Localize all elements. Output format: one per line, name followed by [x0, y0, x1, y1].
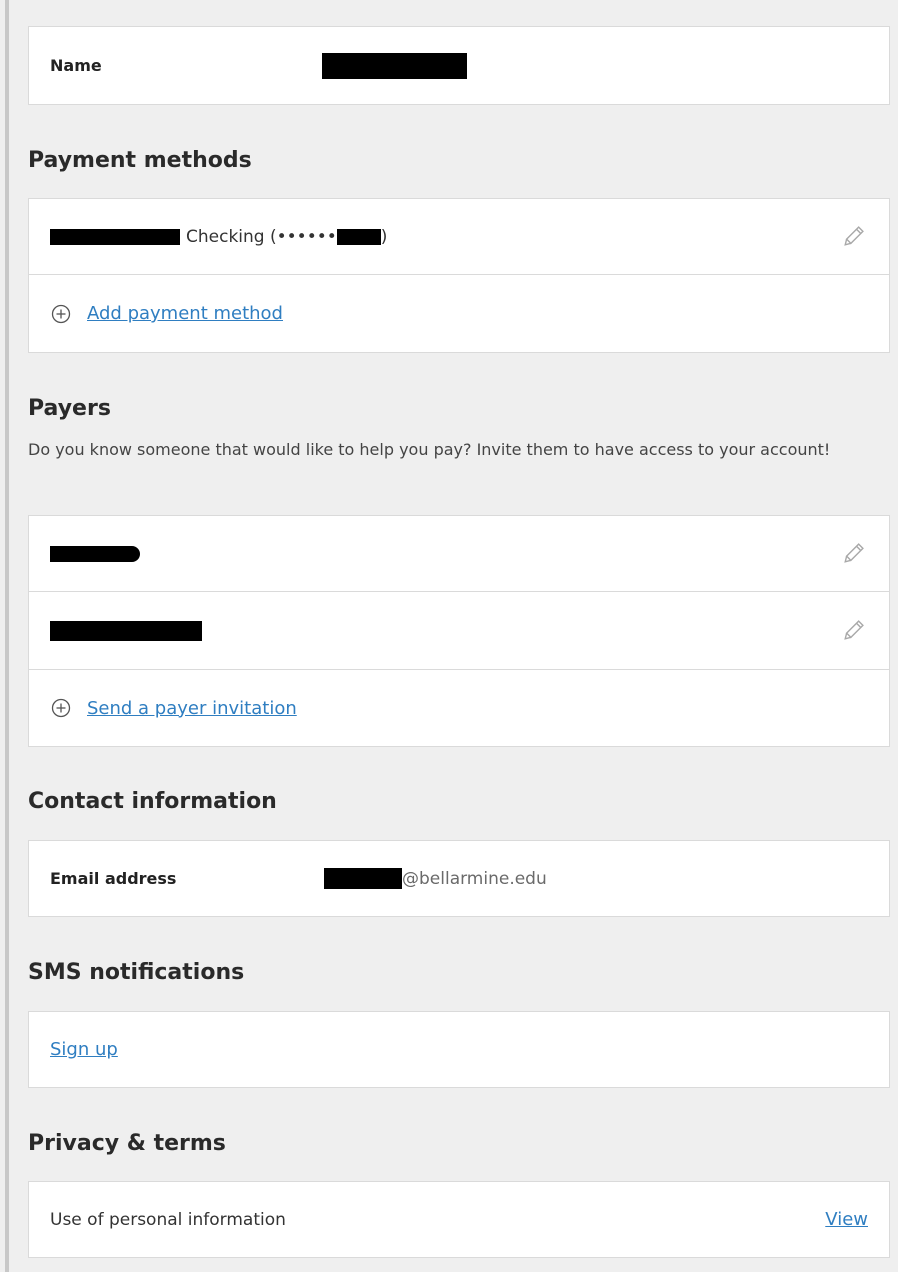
email-label: Email address	[50, 869, 177, 888]
pencil-icon[interactable]	[839, 223, 867, 251]
payer-name-redacted	[50, 620, 202, 641]
payers-card: Send a payer invitation	[28, 515, 890, 747]
name-value-redacted	[322, 53, 467, 79]
add-circle-icon[interactable]	[51, 698, 71, 718]
contact-card: Email address @bellarmine.edu	[28, 840, 890, 917]
name-row: Name	[29, 27, 889, 104]
view-privacy-link[interactable]: View	[825, 1209, 868, 1230]
payment-methods-card: Checking (•••••• ) Add payment method	[28, 198, 890, 353]
name-card: Name	[28, 26, 890, 105]
email-value: @bellarmine.edu	[324, 868, 547, 889]
privacy-terms-title: Privacy & terms	[28, 1131, 226, 1156]
left-border	[5, 0, 9, 1272]
name-label: Name	[50, 56, 102, 75]
account-last4-redacted	[336, 228, 381, 245]
add-circle-icon[interactable]	[51, 304, 71, 324]
send-payer-invitation-link[interactable]: Send a payer invitation	[87, 698, 297, 719]
add-payment-method-row: Add payment method	[29, 274, 889, 352]
bank-name-redacted	[50, 228, 180, 245]
account-closing-paren: )	[380, 226, 388, 247]
email-row: Email address @bellarmine.edu	[29, 841, 889, 916]
privacy-row: Use of personal information View	[29, 1182, 889, 1257]
sms-signup-row: Sign up	[29, 1012, 889, 1087]
payers-title: Payers	[28, 396, 111, 421]
payer-name-redacted	[50, 545, 140, 562]
sms-card: Sign up	[28, 1011, 890, 1088]
payer-item[interactable]	[29, 591, 889, 669]
contact-information-title: Contact information	[28, 789, 277, 814]
payment-method-item[interactable]: Checking (•••••• )	[29, 199, 889, 274]
sms-notifications-title: SMS notifications	[28, 960, 245, 985]
add-payment-method-link[interactable]: Add payment method	[87, 303, 283, 324]
payment-methods-title: Payment methods	[28, 148, 252, 173]
sms-signup-link[interactable]: Sign up	[50, 1039, 118, 1060]
email-user-redacted	[324, 868, 402, 889]
pencil-icon[interactable]	[839, 617, 867, 645]
payer-item[interactable]	[29, 516, 889, 591]
email-domain: @bellarmine.edu	[402, 868, 547, 889]
payers-description: Do you know someone that would like to h…	[28, 440, 831, 459]
send-payer-invitation-row: Send a payer invitation	[29, 669, 889, 746]
account-type-label: Checking (••••••	[186, 226, 337, 247]
privacy-card: Use of personal information View	[28, 1181, 890, 1258]
privacy-row-label: Use of personal information	[50, 1209, 286, 1230]
pencil-icon[interactable]	[839, 540, 867, 568]
